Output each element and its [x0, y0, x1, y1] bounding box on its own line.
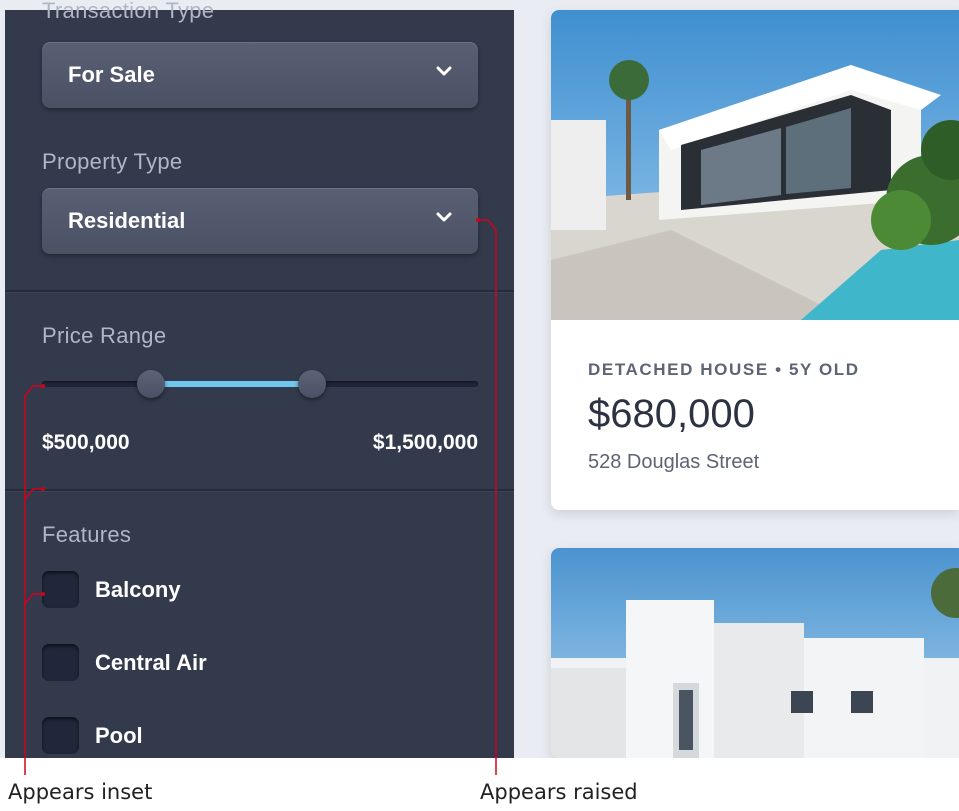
chevron-down-icon [436, 66, 452, 76]
price-range-slider[interactable] [42, 370, 478, 398]
listing-address: 528 Douglas Street [588, 451, 760, 473]
central-air-checkbox[interactable] [42, 644, 79, 681]
property-type-value: Residential [68, 208, 186, 233]
feature-central-air[interactable]: Central Air [42, 644, 342, 682]
feature-label: Pool [95, 723, 143, 748]
price-max-value: $1,500,000 [372, 431, 478, 454]
chevron-down-icon [436, 212, 452, 222]
filter-sidebar: Transaction Type For Sale Property Type … [5, 0, 514, 758]
property-type-label: Property Type [42, 149, 183, 174]
section-divider [5, 290, 514, 293]
listing-card[interactable]: DETACHED HOUSE • 5Y OLD $680,000 528 Dou… [551, 10, 959, 510]
balcony-checkbox[interactable] [42, 571, 79, 608]
listing-photo [551, 548, 959, 758]
listing-price: $680,000 [588, 392, 755, 436]
section-divider [5, 489, 514, 492]
price-min-handle[interactable] [137, 370, 165, 398]
listing-meta: DETACHED HOUSE • 5Y OLD [588, 360, 860, 379]
app-screen: Transaction Type For Sale Property Type … [0, 0, 959, 758]
listing-card[interactable] [551, 548, 959, 758]
feature-balcony[interactable]: Balcony [42, 571, 342, 609]
listing-photo [551, 10, 959, 320]
annotation-raised: Appears raised [480, 780, 638, 804]
price-range-fill [151, 381, 313, 387]
price-min-value: $500,000 [42, 431, 130, 454]
price-max-handle[interactable] [298, 370, 327, 398]
features-label: Features [42, 522, 132, 547]
property-type-dropdown[interactable]: Residential [42, 188, 478, 254]
feature-label: Central Air [95, 650, 207, 675]
feature-pool[interactable]: Pool [42, 717, 342, 755]
annotation-inset: Appears inset [8, 780, 153, 804]
transaction-type-label: Transaction Type [42, 0, 215, 23]
feature-label: Balcony [95, 577, 181, 602]
transaction-type-dropdown[interactable]: For Sale [42, 42, 478, 108]
pool-checkbox[interactable] [42, 717, 79, 754]
transaction-type-value: For Sale [68, 62, 155, 87]
price-range-label: Price Range [42, 323, 167, 348]
